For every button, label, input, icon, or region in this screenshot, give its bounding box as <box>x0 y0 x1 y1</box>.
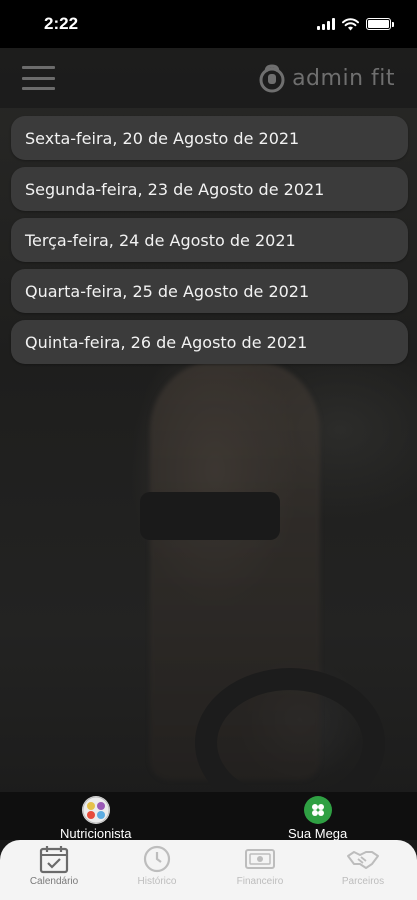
tab-financeiro[interactable]: Financeiro <box>224 844 296 900</box>
date-item[interactable]: Quarta-feira, 25 de Agosto de 2021 <box>11 269 408 313</box>
tab-label: Financeiro <box>236 876 284 887</box>
app-header: admin fit <box>0 48 417 108</box>
date-item[interactable]: Terça-feira, 24 de Agosto de 2021 <box>11 218 408 262</box>
brand-name: admin fit <box>292 65 395 91</box>
clock-icon <box>143 845 171 873</box>
nutricionista-label: Nutricionista <box>60 826 132 841</box>
handshake-icon <box>347 851 379 869</box>
date-item[interactable]: Quinta-feira, 26 de Agosto de 2021 <box>11 320 408 364</box>
nutrition-icon <box>81 796 110 824</box>
status-bar: 2:22 <box>0 0 417 48</box>
tab-parceiros[interactable]: Parceiros <box>327 844 399 900</box>
money-icon <box>245 849 275 869</box>
tab-historico[interactable]: Histórico <box>121 844 193 900</box>
nutricionista-button[interactable]: Nutricionista <box>60 796 132 841</box>
mega-icon <box>303 796 332 824</box>
tab-label: Calendário <box>29 876 79 887</box>
tab-label: Histórico <box>137 876 177 887</box>
date-item[interactable]: Segunda-feira, 23 de Agosto de 2021 <box>11 167 408 211</box>
hamburger-icon[interactable] <box>22 66 55 90</box>
sua-mega-button[interactable]: Sua Mega <box>288 796 347 841</box>
tab-label: Parceiros <box>341 876 385 887</box>
quick-actions-bar: Nutricionista Sua Mega <box>0 792 417 841</box>
battery-icon <box>366 18 394 30</box>
tab-calendario[interactable]: Calendário <box>18 844 90 900</box>
sua-mega-label: Sua Mega <box>288 826 348 841</box>
brand-logo: admin fit <box>257 63 395 93</box>
bottom-tab-bar: Calendário Histórico Financeiro Parceiro… <box>0 840 417 900</box>
calendar-icon <box>39 846 69 874</box>
lifting-belt <box>140 492 280 540</box>
wifi-icon <box>342 17 359 30</box>
status-time: 2:22 <box>44 14 79 33</box>
status-icons <box>317 17 394 31</box>
date-list: Sexta-feira, 20 de Agosto de 2021 Segund… <box>11 116 408 364</box>
date-item[interactable]: Sexta-feira, 20 de Agosto de 2021 <box>11 116 408 160</box>
signal-icon <box>317 18 335 30</box>
kettlebell-icon <box>259 64 285 93</box>
